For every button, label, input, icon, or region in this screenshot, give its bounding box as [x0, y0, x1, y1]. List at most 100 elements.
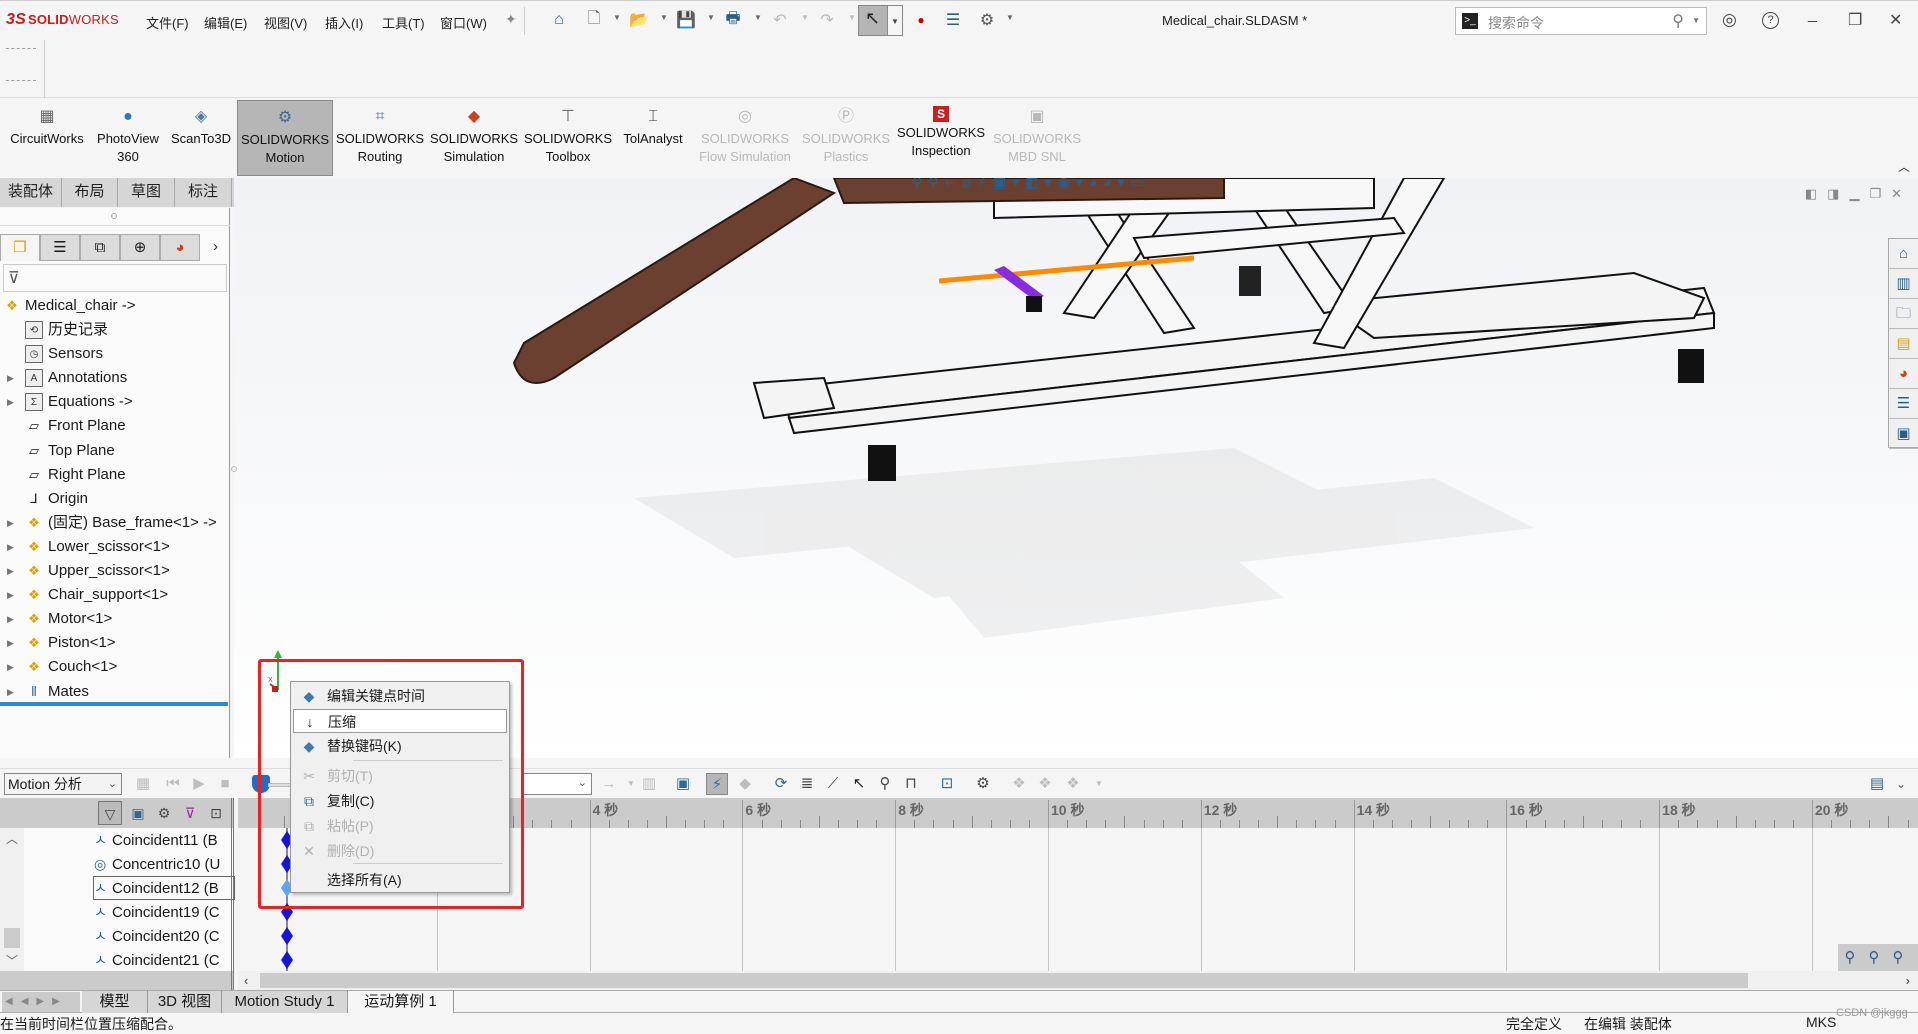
mate-row[interactable]: ㅅ Coincident21 (C	[94, 949, 234, 971]
search-commands-input[interactable]: >_ 搜索命令 ⚲ ▼	[1455, 7, 1707, 35]
gravity-icon[interactable]: ⊓	[900, 773, 922, 795]
scroll-right-icon[interactable]: ›	[1906, 971, 1910, 990]
print-dropdown-icon[interactable]: ▼	[754, 13, 762, 22]
expand-arrow-icon[interactable]: ▶	[7, 681, 14, 703]
save-animation-icon[interactable]: ▥	[638, 773, 660, 795]
restore-icon[interactable]: ❐	[1848, 10, 1862, 30]
playback-mode-select[interactable]: ⌄	[522, 773, 592, 795]
select-button[interactable]: ↖	[858, 5, 888, 36]
search-icon[interactable]: ⚲	[1672, 11, 1684, 31]
tab-model[interactable]: 模型	[82, 991, 148, 1013]
property-manager-tab[interactable]: ☰	[40, 234, 80, 261]
expand-arrow-icon[interactable]: ▶	[7, 632, 14, 654]
menu-view[interactable]: 视图(V)	[264, 13, 307, 32]
keypoint[interactable]	[281, 927, 293, 945]
configuration-manager-tab[interactable]: ⧉	[80, 234, 120, 261]
scanto3d-button[interactable]: ◈ ScanTo3D	[166, 100, 236, 176]
keypoint[interactable]	[281, 951, 293, 969]
scrollbar-thumb[interactable]	[4, 928, 20, 948]
save-dropdown-icon[interactable]: ▼	[707, 13, 715, 22]
tree-item[interactable]: ▶ ❖ (固定) Base_frame<1> ->	[0, 512, 228, 534]
calculate-icon[interactable]: ▦	[132, 773, 154, 795]
tree-item[interactable]: ▶ ❖ Motor<1>	[0, 608, 228, 630]
expand-arrow-icon[interactable]: ▶	[7, 656, 14, 678]
tree-item[interactable]: ▶ ❖ Piston<1>	[0, 632, 228, 654]
tree-item[interactable]: ▶ ❖ Lower_scissor<1>	[0, 536, 228, 558]
panel-splitter[interactable]	[0, 208, 230, 226]
tree-item[interactable]: ▶ A Annotations	[0, 367, 228, 389]
collapse-manager-icon[interactable]: ❖	[1008, 773, 1030, 795]
minimize-icon[interactable]: _	[1808, 6, 1817, 24]
damper-icon[interactable]: ⟋	[822, 773, 844, 795]
dropdown-icon[interactable]: ▼	[1088, 773, 1110, 795]
expand-arrow-icon[interactable]: ▶	[7, 560, 14, 582]
tree-filter-input[interactable]: ⊽	[3, 264, 227, 292]
play-icon[interactable]: ▶	[188, 773, 210, 795]
solidworks-motion-button[interactable]: ⚙ SOLIDWORKS Motion	[237, 100, 333, 176]
play-from-start-icon[interactable]: ⏮	[162, 773, 184, 795]
solidworks-forum-icon[interactable]: ▣	[1889, 419, 1918, 449]
tree-item[interactable]: ◷ Sensors	[0, 343, 228, 365]
custom-properties-icon[interactable]: ☰	[1889, 389, 1918, 419]
animation-wizard-icon[interactable]: ▣	[672, 773, 694, 795]
tree-item[interactable]: ▱ Front Plane	[0, 415, 228, 437]
tab-3d-views[interactable]: 3D 视图	[148, 991, 222, 1013]
tab-motion-study-cn-1[interactable]: 运动算例 1	[348, 991, 454, 1013]
tree-item[interactable]: ⟲ 历史记录	[0, 319, 228, 341]
save-animation-arrow-icon[interactable]: →	[598, 773, 620, 795]
scroll-down-icon[interactable]: ﹀	[6, 952, 18, 969]
open-icon[interactable]: 📂	[628, 9, 650, 31]
calculator-icon[interactable]: ▤	[1866, 773, 1888, 795]
tree-root-assembly[interactable]: ❖ Medical_chair ->	[0, 295, 228, 317]
mate-row[interactable]: ㅅ Coincident19 (C	[94, 901, 234, 923]
tree-end-marker[interactable]	[0, 702, 228, 706]
tree-item[interactable]: ▶ ⫴ Mates	[0, 681, 228, 703]
spring-icon[interactable]: ≣	[796, 773, 818, 795]
file-properties-icon[interactable]: ☰	[942, 9, 964, 31]
task-pane-home-icon[interactable]: ⌂	[1889, 239, 1918, 269]
display-manager-tab[interactable]: ◕	[160, 234, 200, 261]
circuitworks-button[interactable]: ▦ CircuitWorks	[4, 100, 90, 176]
zoom-out-icon[interactable]: ⚲	[1886, 944, 1910, 972]
solidworks-inspection-button[interactable]: S SOLIDWORKS Inspection	[894, 100, 988, 176]
toolbar-grip[interactable]	[6, 80, 36, 81]
heads-up-view-toolbar[interactable]: ⚲⚲⇐⧈⚡▣▾◧▾◉▾◕◕▾▭	[912, 178, 1150, 191]
solidworks-toolbox-button[interactable]: ⊤ SOLIDWORKS Toolbox	[522, 100, 614, 176]
home-icon[interactable]: ⌂	[548, 9, 570, 31]
options-dropdown-icon[interactable]: ▼	[1006, 13, 1014, 22]
solidworks-mbd-snl-button[interactable]: ▣ SOLIDWORKS MBD SNL	[990, 100, 1084, 176]
timeline-horizontal-scrollbar[interactable]: ‹ ›	[238, 971, 1918, 990]
tab-navigation-arrows[interactable]: ◀◀▶▶	[2, 992, 80, 1012]
expand-arrow-icon[interactable]: ▶	[7, 512, 14, 534]
scrollbar-thumb[interactable]	[260, 973, 1748, 988]
solidworks-routing-button[interactable]: ⌗ SOLIDWORKS Routing	[334, 100, 426, 176]
zoom-in-icon[interactable]: ⚲	[1862, 944, 1886, 972]
viewport-window-controls[interactable]: ◧◨▁❐✕	[1805, 186, 1912, 202]
solidworks-simulation-button[interactable]: ◆ SOLIDWORKS Simulation	[428, 100, 520, 176]
filter-driving-icon[interactable]: ▣	[126, 801, 150, 825]
options-icon[interactable]: ⚙	[976, 9, 998, 31]
collapse-chevron-icon[interactable]: ︿	[1898, 158, 1910, 175]
tree-item[interactable]: ▶ ❖ Chair_support<1>	[0, 584, 228, 606]
panel-resize-handle[interactable]	[231, 466, 237, 472]
filter-animated-icon[interactable]: ▽	[98, 801, 122, 825]
tab-assembly[interactable]: 装配体	[0, 178, 62, 207]
tree-item[interactable]: ▶ Σ Equations ->	[0, 391, 228, 413]
dimxpert-manager-tab[interactable]: ⊕	[120, 234, 160, 261]
photoview-360-button[interactable]: ● PhotoView 360	[92, 100, 164, 176]
mate-row[interactable]: ㅅ Coincident20 (C	[94, 925, 234, 947]
menu-file[interactable]: 文件(F)	[146, 13, 189, 32]
new-document-icon[interactable]: 🗋	[583, 9, 605, 31]
open-dropdown-icon[interactable]: ▼	[660, 13, 668, 22]
menu-insert[interactable]: 插入(I)	[325, 13, 363, 32]
account-icon[interactable]: ◎	[1722, 10, 1737, 30]
design-library-icon[interactable]: ▥	[1889, 269, 1918, 299]
motion-study-properties-icon[interactable]: ⚙	[972, 773, 994, 795]
tree-item[interactable]: ▱ Right Plane	[0, 464, 228, 486]
filter-plots-icon[interactable]: ⊡	[204, 801, 228, 825]
redo-dropdown-icon[interactable]: ▼	[848, 13, 856, 22]
menu-tools[interactable]: 工具(T)	[382, 13, 425, 32]
help-icon[interactable]: ?	[1762, 12, 1779, 29]
undo-dropdown-icon[interactable]: ▼	[801, 13, 809, 22]
tolanalyst-button[interactable]: ⌶ TolAnalyst	[616, 100, 690, 176]
